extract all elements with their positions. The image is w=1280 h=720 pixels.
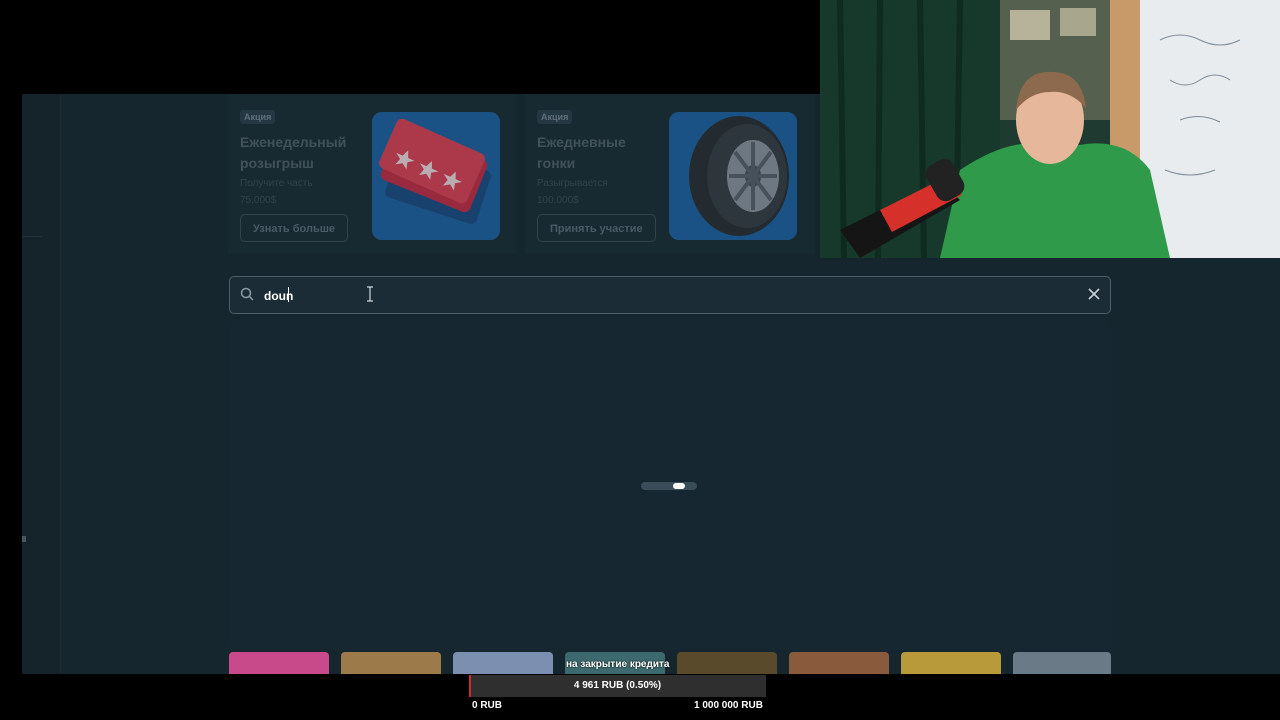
promo-title: Ежедневные гонки <box>537 134 626 171</box>
promo-amount: 100.000$ <box>537 195 579 206</box>
promo-card-daily-races[interactable]: Акция Ежедневные гонки Разыгрывается 100… <box>525 94 815 254</box>
participate-button[interactable]: Принять участие <box>537 214 656 242</box>
close-icon[interactable] <box>1088 288 1100 300</box>
game-thumbnail[interactable] <box>341 652 441 674</box>
game-thumbnail[interactable] <box>677 652 777 674</box>
promo-badge: Акция <box>240 110 276 124</box>
game-thumbnail[interactable] <box>1013 652 1111 674</box>
game-thumbnail[interactable] <box>229 652 329 674</box>
credit-label: на закрытие кредита <box>566 659 670 670</box>
search-icon <box>240 287 254 301</box>
credit-min-label: 0 RUB <box>472 700 503 711</box>
game-thumbnail[interactable] <box>789 652 889 674</box>
game-thumbnail[interactable] <box>901 652 1001 674</box>
sidebar-scroll-handle[interactable] <box>22 536 26 542</box>
credit-max-label: 1 000 000 RUB <box>694 700 763 711</box>
text-cursor-icon <box>367 286 373 302</box>
game-thumbnails-row <box>229 652 1111 674</box>
promo-card-weekly-draw[interactable]: Акция Еженедельный розыгрыш Получите час… <box>228 94 516 254</box>
webcam-overlay <box>820 0 1280 258</box>
text-caret <box>288 287 289 302</box>
game-thumbnail[interactable] <box>453 652 553 674</box>
search-input[interactable] <box>262 283 1066 309</box>
promo-subtitle: Получите часть <box>240 178 313 189</box>
promo-badge: Акция <box>537 110 573 124</box>
promo-amount: 75.000$ <box>240 195 277 206</box>
credit-progress-bar: 4 961 RUB (0.50%) <box>469 675 766 697</box>
credit-progress-text: 4 961 RUB (0.50%) <box>573 680 662 691</box>
tire-icon <box>669 112 797 240</box>
sidebar-divider <box>22 236 42 237</box>
tickets-icon <box>372 112 500 240</box>
promo-title: Еженедельный розыгрыш <box>240 134 347 171</box>
learn-more-button[interactable]: Узнать больше <box>240 214 349 242</box>
search-bar[interactable] <box>229 276 1111 314</box>
loading-spinner <box>641 482 697 490</box>
promo-subtitle: Разыгрывается <box>537 178 608 189</box>
sidebar <box>22 94 61 674</box>
loading-indicator-knob <box>673 483 685 489</box>
